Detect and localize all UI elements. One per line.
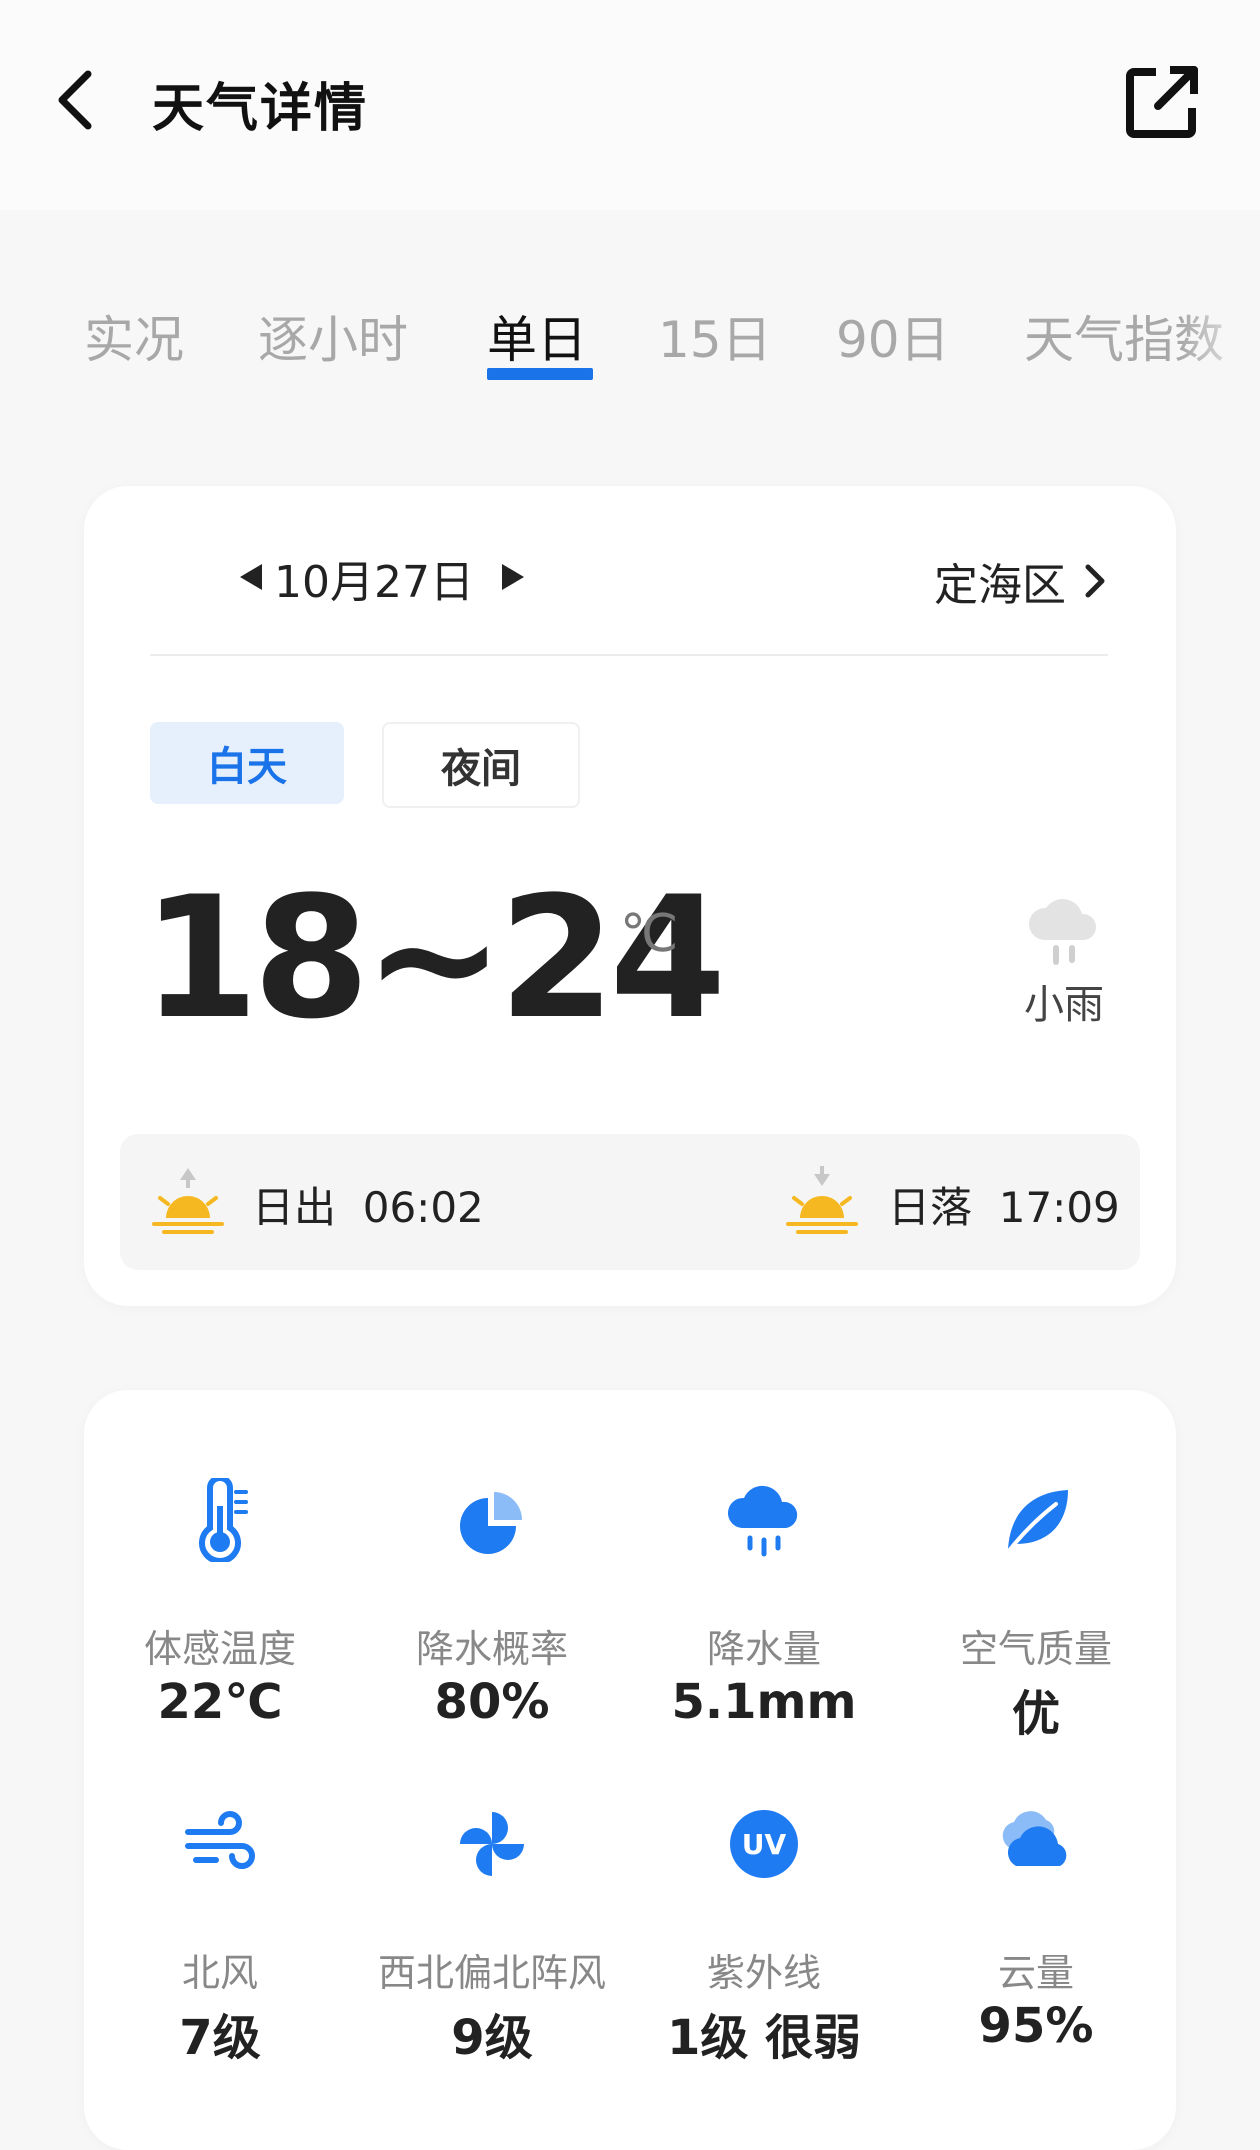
metric-label: 空气质量 [959,1627,1112,1671]
chevron-left-icon[interactable] [48,64,108,136]
caret-left-icon[interactable] [234,560,268,594]
metric-wind: 北风 7级 [84,1802,356,2066]
location-name: 定海区 [934,560,1066,611]
date-label: 10月27日 [274,557,474,608]
page-title: 天气详情 [152,79,369,139]
divider [150,654,1108,656]
chevron-right-icon [1085,564,1105,598]
metric-air-quality: 空气质量 优 [900,1478,1172,1742]
sun-times-strip: 日出 06:02 日落 17:09 [120,1134,1140,1270]
temperature-unit: ℃ [620,904,679,964]
metric-value: 7级 [179,2010,261,2066]
external-link-icon[interactable] [1122,62,1202,142]
active-tab-indicator [487,368,593,380]
metric-label: 降水量 [706,1627,821,1671]
tab-fade-overlay [1180,280,1260,390]
metric-label: 北风 [181,1951,258,1995]
cloud-icon [1002,1811,1067,1866]
tab-single-day[interactable]: 单日 [487,300,587,372]
sunset-time: 17:09 [998,1183,1120,1232]
uv-icon: UV [730,1810,798,1878]
metric-cloud-cover: 云量 95% [900,1802,1172,2062]
tab-15-day[interactable]: 15日 [658,300,772,372]
sunset-icon [786,1166,858,1234]
tab-realtime[interactable]: 实况 [84,300,184,372]
metric-value: 5.1mm [671,1674,857,1730]
metric-feels-like: 体感温度 22℃ [84,1478,356,1738]
light-rain-icon [1028,899,1097,965]
wind-icon [185,1811,255,1869]
pinwheel-icon [460,1812,524,1876]
tab-90-day[interactable]: 90日 [836,300,950,372]
metrics-card: 体感温度 22℃ 降水概率 80% 降水量 5.1mm 空气质量 优 北风 7级… [84,1390,1176,2150]
svg-text:UV: UV [742,1828,787,1861]
sunrise-label: 日出 06:02 [252,1183,484,1232]
tab-bar: 实况 逐小时 单日 15日 90日 天气指数 [0,280,1260,390]
sunset-label: 日落 17:09 [888,1183,1120,1232]
metric-label: 体感温度 [143,1627,296,1671]
metric-gust: 西北偏北阵风 9级 [356,1802,628,2066]
toggle-night-button[interactable]: 夜间 [382,722,580,808]
thermometer-icon [199,1478,248,1562]
metric-value: 9级 [451,2010,533,2066]
date-row: 10月27日 定海区 [150,546,1110,616]
tab-hourly[interactable]: 逐小时 [258,300,408,372]
metric-value: 22℃ [157,1674,283,1730]
sunrise-icon [152,1168,224,1234]
metric-label: 降水概率 [415,1627,568,1671]
metric-precipitation: 降水量 5.1mm [628,1478,900,1738]
day-summary-card: 10月27日 定海区 白天 夜间 18~24 ℃ 小雨 日出 06:02 日落 … [84,486,1176,1306]
toggle-day-button[interactable]: 白天 [150,722,344,804]
metric-value: 1级 很弱 [666,2010,862,2066]
metric-uv: UV 紫外线 1级 很弱 [628,1802,900,2066]
metric-precip-probability: 降水概率 80% [356,1478,628,1738]
metric-value: 优 [1011,1686,1060,1742]
metric-label: 紫外线 [706,1951,821,1995]
rain-cloud-icon [727,1485,798,1557]
location-selector[interactable]: 定海区 [934,546,1110,616]
metric-label: 西北偏北阵风 [377,1951,606,1995]
metric-value: 95% [978,1998,1094,2054]
caret-right-icon[interactable] [496,560,530,594]
sunrise-time: 06:02 [362,1183,484,1232]
metric-label: 云量 [997,1951,1074,1995]
pie-chart-icon [460,1492,522,1554]
metric-value: 80% [434,1674,550,1730]
leaf-icon [1006,1490,1068,1554]
header-bar: 天气详情 [0,0,1260,210]
weather-condition: 小雨 [1024,982,1104,1028]
